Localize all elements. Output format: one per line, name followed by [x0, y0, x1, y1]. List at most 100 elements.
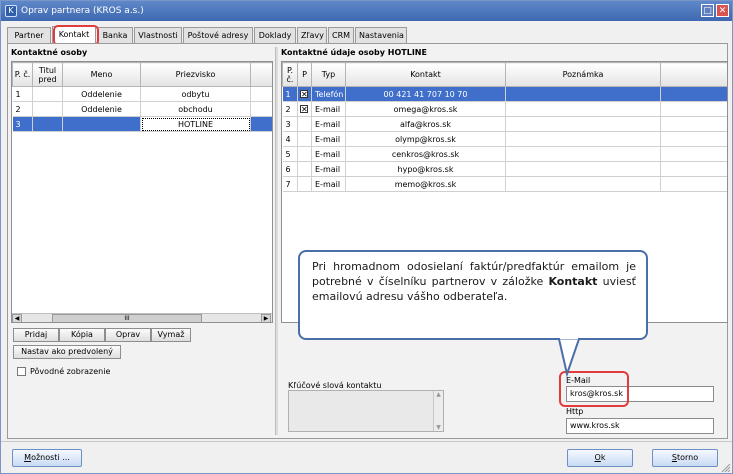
keywords-textarea[interactable]: ▲ ▼: [288, 390, 444, 432]
row-type: E-mail: [311, 116, 346, 132]
window-title: Oprav partnera (KROS a.s.): [21, 6, 144, 16]
http-field[interactable]: www.kros.sk: [566, 418, 714, 434]
col-header-priezvisko[interactable]: Priezvisko: [140, 62, 251, 87]
col-header-kontakt[interactable]: Kontakt: [345, 62, 506, 87]
title-bar[interactable]: K Oprav partnera (KROS a.s.) □ ✕: [1, 1, 732, 21]
col-header-empty: [660, 62, 727, 87]
scroll-up-icon[interactable]: ▲: [434, 391, 443, 398]
table-row[interactable]: 4 E-mail olymp@kros.sk: [282, 131, 727, 147]
row-meno: [62, 116, 141, 132]
scroll-thumb[interactable]: III: [52, 314, 202, 322]
scroll-left-icon[interactable]: ◀: [12, 314, 22, 322]
edit-partner-window: K Oprav partnera (KROS a.s.) □ ✕ Partner…: [0, 0, 733, 474]
cancel-button[interactable]: Storno: [652, 449, 718, 467]
table-row[interactable]: 7 E-mail memo@kros.sk: [282, 176, 727, 192]
ok-button[interactable]: Ok: [567, 449, 633, 467]
row-meno: Oddelenie: [62, 101, 141, 117]
row-number: 4: [282, 131, 298, 147]
restore-icon[interactable]: □: [701, 4, 714, 17]
row-note: [505, 131, 661, 147]
row-number: 6: [282, 161, 298, 177]
tab-vlastnosti[interactable]: Vlastnosti: [134, 27, 182, 43]
original-view-label: Pôvodné zobrazenie: [30, 367, 111, 376]
keywords-scrollbar[interactable]: ▲ ▼: [433, 391, 443, 431]
close-icon[interactable]: ✕: [716, 4, 729, 17]
row-type: E-mail: [311, 176, 346, 192]
row-primary-cell[interactable]: [297, 116, 312, 132]
row-type: E-mail: [311, 101, 346, 117]
row-type: E-mail: [311, 131, 346, 147]
col-header-meno[interactable]: Meno: [62, 62, 141, 87]
row-primary-cell[interactable]: [297, 161, 312, 177]
tab-crm[interactable]: CRM: [328, 27, 354, 43]
tab-nastavenia[interactable]: Nastavenia: [355, 27, 407, 43]
tab-partner[interactable]: Partner: [7, 27, 51, 43]
table-row[interactable]: 5 E-mail cenkros@kros.sk: [282, 146, 727, 162]
copy-button[interactable]: Kópia: [59, 328, 105, 342]
row-primary-cell[interactable]: ✕: [297, 101, 312, 117]
row-number: 1: [282, 86, 298, 102]
original-view-checkbox[interactable]: [17, 367, 26, 376]
col-header-pc[interactable]: P. č.: [282, 62, 298, 87]
row-filler: [660, 101, 727, 117]
app-icon: K: [5, 5, 17, 17]
resize-grip-icon[interactable]: [721, 463, 731, 473]
contact-details-title: Kontaktné údaje osoby HOTLINE: [281, 48, 427, 57]
row-primary-cell[interactable]: ✕: [297, 86, 312, 102]
row-note: [505, 116, 661, 132]
row-number: 7: [282, 176, 298, 192]
col-header-p[interactable]: P: [297, 62, 312, 87]
col-header-typ[interactable]: Typ: [311, 62, 346, 87]
row-filler: [250, 116, 272, 132]
options-button[interactable]: Možnosti ...: [12, 449, 82, 467]
contact-persons-title: Kontaktné osoby: [11, 48, 88, 57]
row-contact: cenkros@kros.sk: [345, 146, 506, 162]
row-filler: [250, 86, 272, 102]
set-default-button[interactable]: Nastav ako predvolený: [13, 345, 121, 359]
row-primary-cell[interactable]: [297, 176, 312, 192]
row-filler: [660, 176, 727, 192]
edit-button[interactable]: Oprav: [105, 328, 151, 342]
add-button[interactable]: Pridaj: [13, 328, 59, 342]
row-priezvisko[interactable]: HOTLINE: [140, 116, 251, 132]
scroll-down-icon[interactable]: ▼: [434, 424, 443, 431]
table-row-selected[interactable]: 1 ✕ Telefón 00 421 41 707 10 70: [282, 86, 727, 102]
col-header-poznamka[interactable]: Poznámka: [505, 62, 661, 87]
table-row[interactable]: 3 E-mail alfa@kros.sk: [282, 116, 727, 132]
row-titul: [32, 101, 63, 117]
table-row[interactable]: 2 Oddelenie obchodu: [12, 101, 272, 117]
scroll-right-icon[interactable]: ▶: [261, 314, 271, 322]
table-row[interactable]: 2 ✕ E-mail omega@kros.sk: [282, 101, 727, 117]
row-priezvisko: obchodu: [140, 101, 251, 117]
primary-checkbox-checked-icon[interactable]: ✕: [300, 105, 308, 114]
row-number: 2: [12, 101, 33, 117]
tab-doklady[interactable]: Doklady: [254, 27, 296, 43]
row-titul: [32, 86, 63, 102]
row-type: Telefón: [311, 86, 346, 102]
table-row[interactable]: 6 E-mail hypo@kros.sk: [282, 161, 727, 177]
row-contact: alfa@kros.sk: [345, 116, 506, 132]
row-contact: omega@kros.sk: [345, 101, 506, 117]
row-contact: hypo@kros.sk: [345, 161, 506, 177]
row-primary-cell[interactable]: [297, 146, 312, 162]
col-header-empty: [250, 62, 272, 87]
col-header-titul[interactable]: Titul pred: [32, 62, 63, 87]
row-number: 3: [282, 116, 298, 132]
row-filler: [660, 131, 727, 147]
primary-checkbox-checked-icon[interactable]: ✕: [300, 90, 308, 99]
table-row-selected[interactable]: 3 HOTLINE: [12, 116, 272, 132]
keywords-label: Kľúčové slová kontaktu: [288, 381, 382, 390]
panel-splitter[interactable]: [275, 47, 278, 435]
horizontal-scrollbar[interactable]: ◀ III ▶: [12, 313, 272, 322]
callout-bold: Kontakt: [548, 275, 598, 288]
delete-button[interactable]: Vymaž: [151, 328, 191, 342]
tab-banka[interactable]: Banka: [97, 27, 133, 43]
row-note: [505, 161, 661, 177]
col-header-pc[interactable]: P. č.: [12, 62, 33, 87]
tab-postove-adresy[interactable]: Poštové adresy: [183, 27, 253, 43]
row-primary-cell[interactable]: [297, 131, 312, 147]
table-row[interactable]: 1 Oddelenie odbytu: [12, 86, 272, 102]
row-contact: olymp@kros.sk: [345, 131, 506, 147]
tab-zlavy[interactable]: Zľavy: [297, 27, 327, 43]
ok-label-rest: k: [600, 453, 606, 462]
